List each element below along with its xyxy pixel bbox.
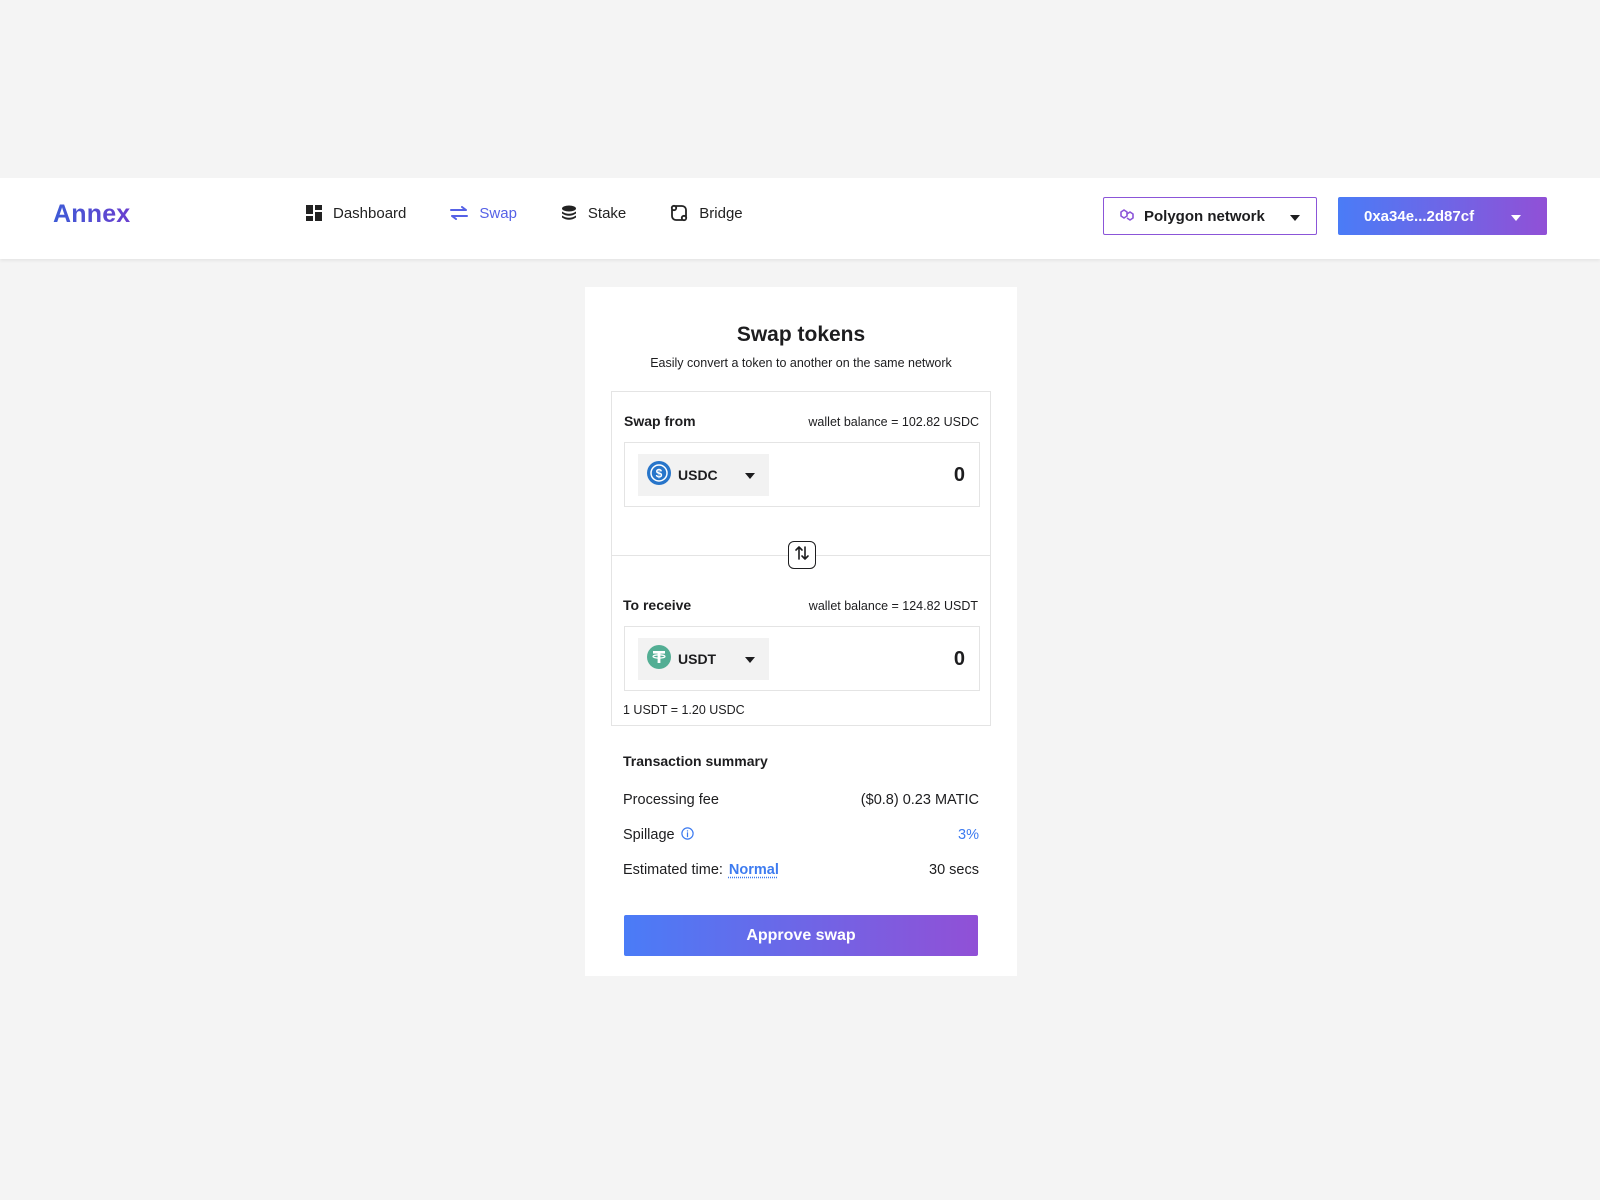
nav-label: Bridge (699, 204, 743, 222)
top-navbar: Annex Dashboard Swap Stake Bridge Polygo… (0, 178, 1600, 259)
approve-swap-button[interactable]: Approve swap (624, 915, 978, 956)
exchange-rate: 1 USDT = 1.20 USDC (623, 703, 745, 717)
swap-arrows-icon (450, 206, 469, 220)
estimated-time-row: Estimated time: Normal 30 secs (623, 860, 979, 880)
from-token-field: $ USDC (624, 442, 980, 507)
nav-item-stake[interactable]: Stake (561, 205, 626, 222)
usdt-icon (647, 644, 671, 674)
wallet-address: 0xa34e...2d87cf (1364, 207, 1475, 225)
from-amount-input[interactable] (815, 462, 965, 488)
spillage-value: 3% (958, 827, 979, 843)
spillage-row: Spillage 3% (623, 825, 979, 845)
nav-item-dashboard[interactable]: Dashboard (306, 205, 406, 222)
swap-direction-button[interactable] (788, 541, 816, 569)
polygon-icon (1120, 208, 1135, 225)
nav-label: Dashboard (333, 204, 407, 222)
chevron-down-icon (745, 466, 755, 484)
nav-item-swap[interactable]: Swap (450, 205, 517, 222)
network-selector[interactable]: Polygon network (1103, 197, 1317, 235)
page-subtitle: Easily convert a token to another on the… (650, 356, 952, 370)
nav-label: Stake (587, 204, 627, 222)
page-title: Swap tokens (736, 323, 866, 346)
chevron-down-icon (1290, 208, 1300, 225)
bridge-icon (670, 204, 688, 222)
from-wallet-balance: wallet balance = 102.82 USDC (808, 415, 979, 429)
spillage-label: Spillage (623, 827, 675, 843)
transaction-summary-title: Transaction summary (623, 753, 768, 769)
speed-selector-link[interactable]: Normal (729, 862, 779, 878)
wallet-address-button[interactable]: 0xa34e...2d87cf (1338, 197, 1547, 235)
estimated-time-value: 30 secs (929, 862, 979, 878)
to-amount-input[interactable] (815, 646, 965, 672)
swap-card: Swap tokens Easily convert a token to an… (585, 287, 1017, 976)
to-token-field: USDT (624, 626, 980, 691)
estimated-time-label: Estimated time: (623, 862, 723, 878)
to-wallet-balance: wallet balance = 124.82 USDT (808, 599, 978, 613)
info-icon[interactable] (680, 826, 694, 844)
to-token-symbol: USDT (678, 651, 717, 667)
nav-label: Swap (479, 204, 517, 222)
svg-text:$: $ (656, 466, 663, 480)
swap-from-label: Swap from (624, 413, 696, 429)
processing-fee-row: Processing fee ($0.8) 0.23 MATIC (623, 790, 979, 810)
from-token-select[interactable]: $ USDC (638, 454, 769, 496)
processing-fee-value: ($0.8) 0.23 MATIC (860, 792, 979, 808)
processing-fee-label: Processing fee (623, 792, 719, 808)
brand-logo[interactable]: Annex (53, 200, 130, 229)
usdc-icon: $ (647, 460, 671, 490)
nav-item-bridge[interactable]: Bridge (670, 204, 743, 222)
coins-stack-icon (561, 205, 577, 221)
to-token-select[interactable]: USDT (638, 638, 769, 680)
from-token-symbol: USDC (678, 467, 718, 483)
swap-vertical-icon (794, 545, 810, 566)
dashboard-icon (306, 205, 322, 221)
swap-form: Swap from wallet balance = 102.82 USDC $… (611, 391, 991, 726)
chevron-down-icon (1511, 208, 1521, 225)
network-label: Polygon network (1144, 207, 1265, 225)
main-nav: Dashboard Swap Stake Bridge (306, 204, 787, 222)
chevron-down-icon (745, 650, 755, 668)
to-receive-label: To receive (623, 597, 692, 613)
